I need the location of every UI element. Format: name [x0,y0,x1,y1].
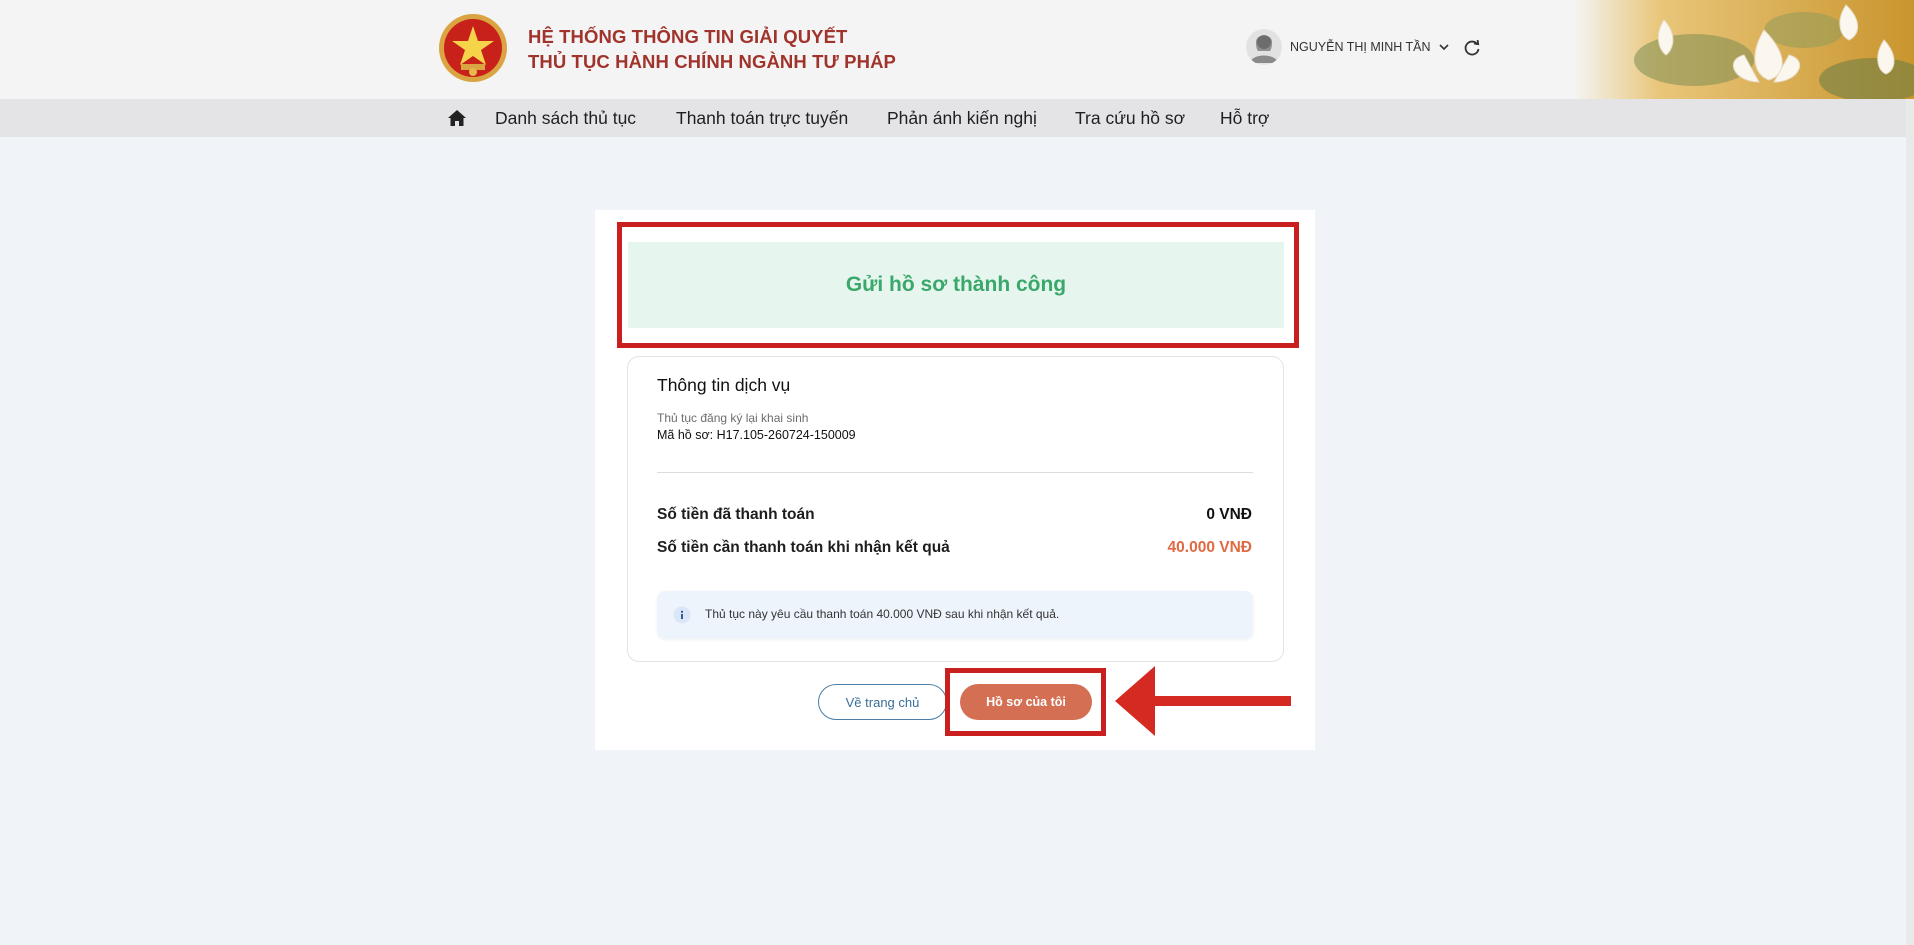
record-code-label: Mã hồ sơ: [657,428,714,442]
lotus-banner-image [1574,0,1914,99]
paid-amount-label: Số tiền đã thanh toán [657,506,815,523]
header: HỆ THỐNG THÔNG TIN GIẢI QUYẾT THỦ TỤC HÀ… [0,0,1914,99]
service-info-title: Thông tin dịch vụ [657,375,791,395]
nav-item-lookup[interactable]: Tra cứu hồ sơ [1075,108,1185,129]
highlight-box-button [945,668,1106,736]
arrow-left-icon [1115,666,1291,736]
payment-notice: Thủ tục này yêu cầu thanh toán 40.000 VN… [657,591,1253,639]
site-title-line2: THỦ TỤC HÀNH CHÍNH NGÀNH TƯ PHÁP [528,51,896,72]
record-code-value: H17.105-260724-150009 [716,428,856,442]
back-home-button[interactable]: Về trang chủ [818,684,947,720]
main-nav: Danh sách thủ tục Thanh toán trực tuyến … [0,99,1914,137]
avatar [1246,29,1282,65]
national-emblem-icon[interactable] [437,12,509,84]
due-amount-label: Số tiền cần thanh toán khi nhận kết quả [657,539,950,556]
nav-item-feedback[interactable]: Phản ánh kiến nghị [887,108,1037,129]
user-menu[interactable]: NGUYỄN THỊ MINH TẦN [1246,29,1451,65]
site-title-line1: HỆ THỐNG THÔNG TIN GIẢI QUYẾT [528,26,848,47]
user-name: NGUYỄN THỊ MINH TẦN [1290,40,1431,54]
nav-item-online-payment[interactable]: Thanh toán trực tuyến [676,108,848,129]
info-icon [673,606,691,624]
nav-item-support[interactable]: Hỗ trợ [1220,108,1269,129]
chevron-down-icon [1438,44,1449,51]
nav-item-procedures[interactable]: Danh sách thủ tục [495,108,636,129]
home-icon[interactable] [447,108,467,128]
record-code: Mã hồ sơ: H17.105-260724-150009 [657,428,856,442]
paid-amount-value: 0 VNĐ [1206,506,1252,523]
site-title[interactable]: HỆ THỐNG THÔNG TIN GIẢI QUYẾT THỦ TỤC HÀ… [528,24,896,74]
refresh-icon[interactable] [1462,38,1482,58]
due-amount-value: 40.000 VNĐ [1167,539,1252,556]
notice-text: Thủ tục này yêu cầu thanh toán 40.000 VN… [705,607,1060,621]
scrollbar[interactable] [1906,99,1914,945]
highlight-box-success [617,222,1299,348]
user-avatar-icon [1250,35,1278,63]
divider [657,472,1253,473]
procedure-name: Thủ tục đăng ký lại khai sinh [657,411,809,425]
